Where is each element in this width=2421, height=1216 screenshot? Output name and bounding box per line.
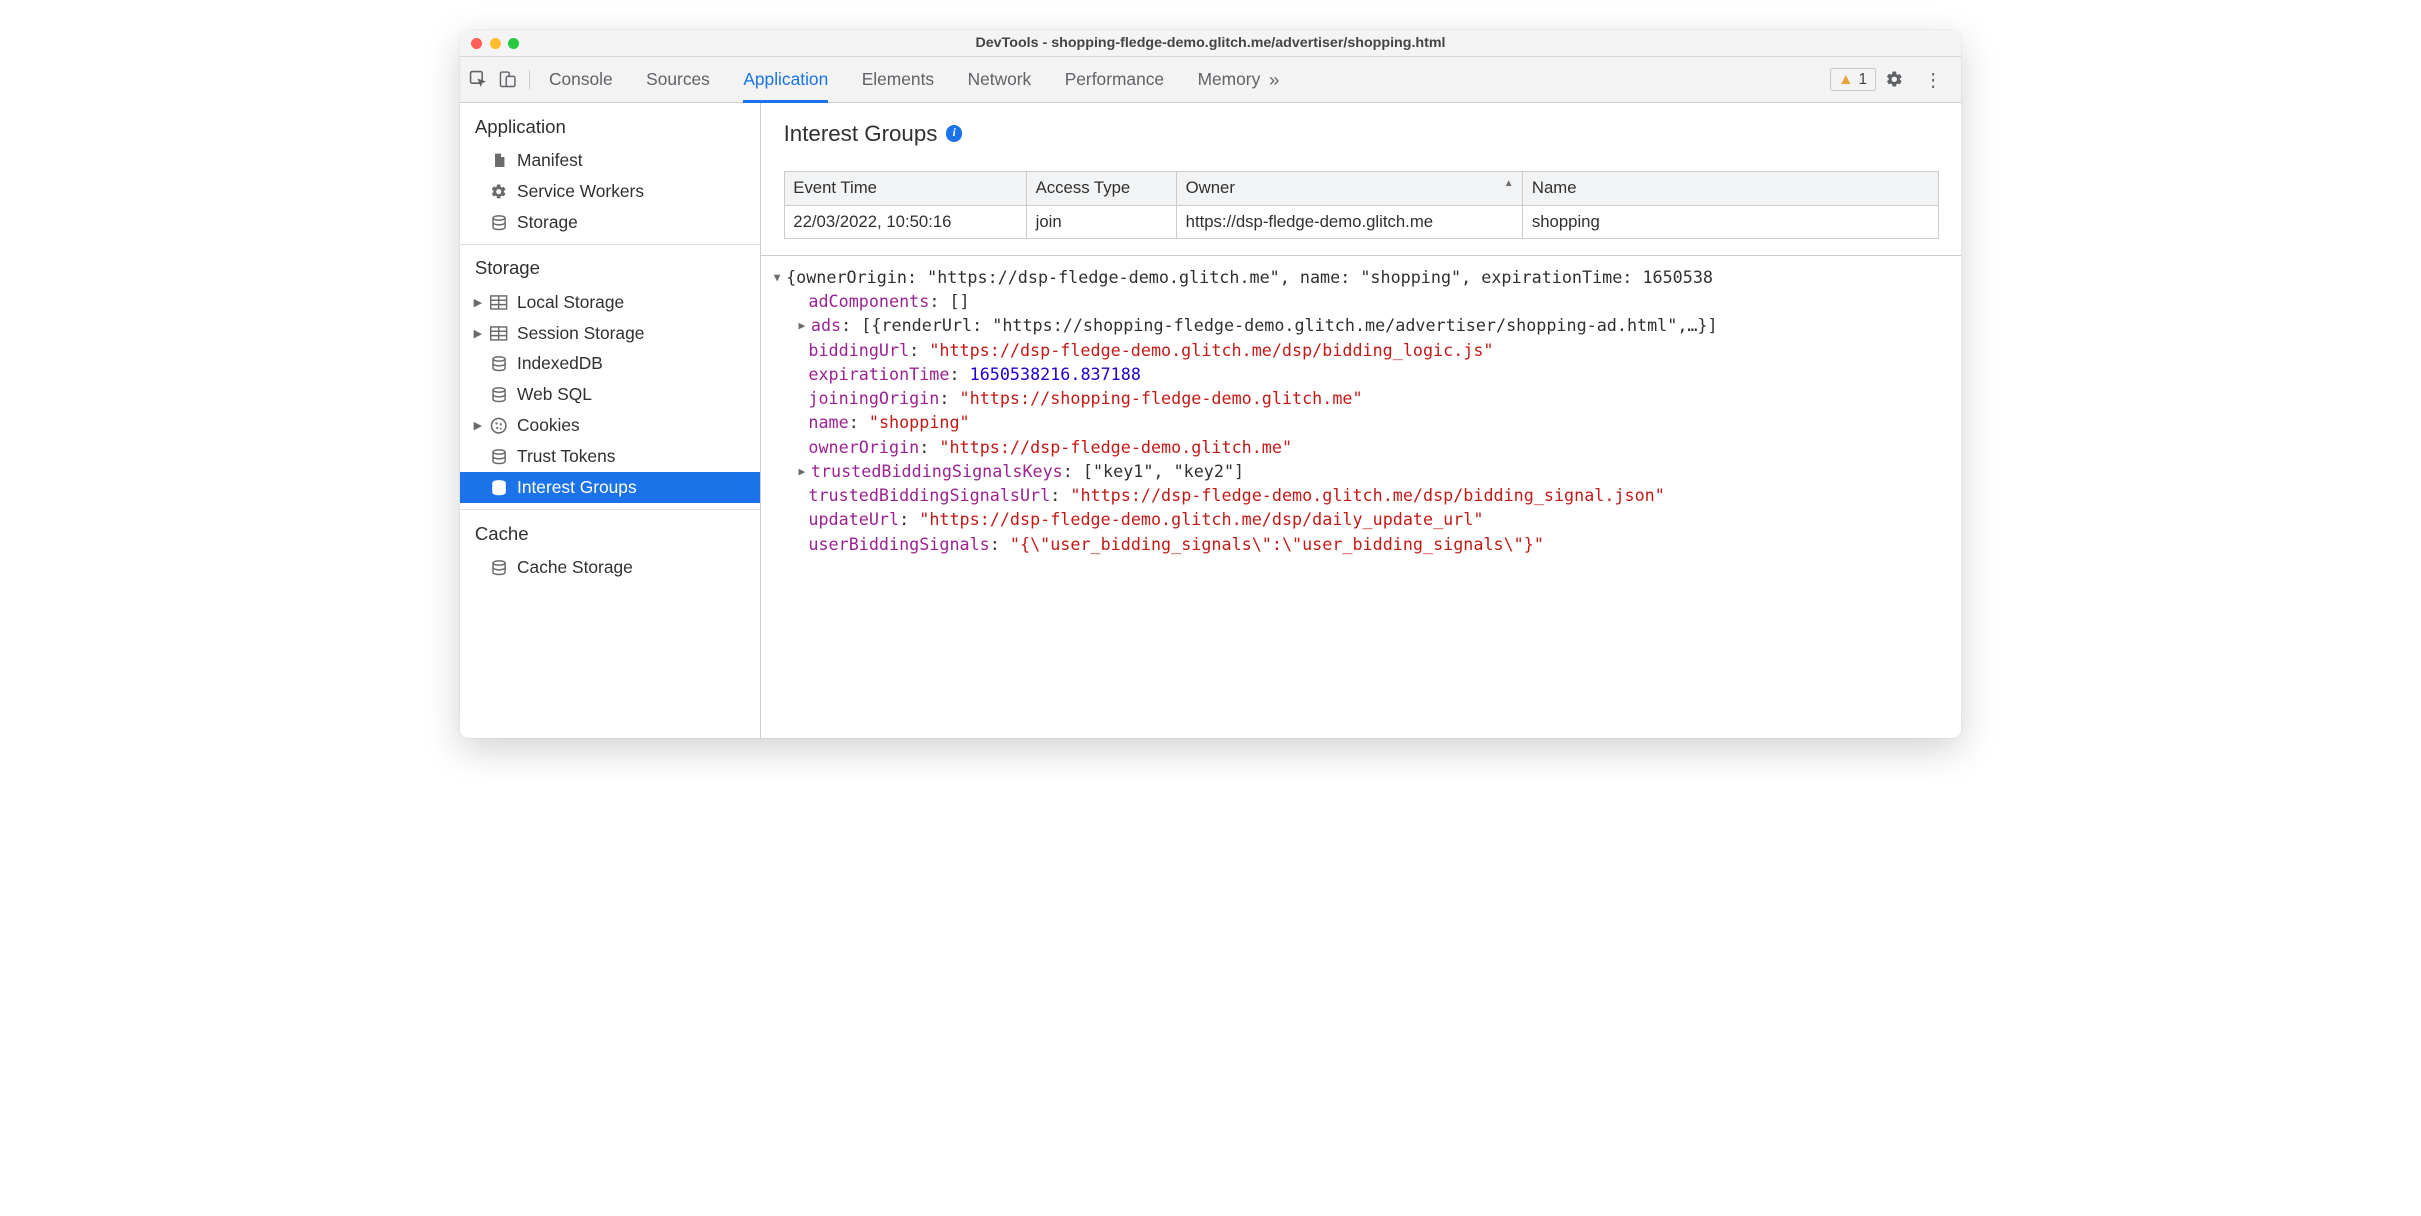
sidebar-item-cookies[interactable]: ▶ Cookies: [460, 410, 760, 441]
sidebar-item-label: Session Storage: [517, 323, 644, 344]
sidebar: Application Manifest Service Workers Stora…: [460, 103, 761, 738]
table-cell: 22/03/2022, 10:50:16: [784, 205, 1026, 238]
table-header[interactable]: Name: [1523, 172, 1939, 205]
table-header[interactable]: Event Time: [784, 172, 1026, 205]
warning-icon: ▲: [1838, 71, 1853, 89]
table-row[interactable]: 22/03/2022, 10:50:16joinhttps://dsp-fled…: [784, 205, 1938, 238]
interest-groups-table: Event TimeAccess TypeOwner▲Name 22/03/20…: [784, 171, 1939, 239]
device-toggle-icon[interactable]: [498, 70, 517, 89]
issues-count: 1: [1858, 71, 1867, 89]
table-icon: [490, 293, 509, 312]
sidebar-group-title: Application: [475, 116, 760, 138]
db-icon: [490, 558, 509, 577]
titlebar: DevTools - shopping-fledge-demo.glitch.m…: [460, 30, 1961, 57]
sidebar-group-cache: Cache Cache Storage: [460, 510, 760, 589]
sidebar-item-trust-tokens[interactable]: Trust Tokens: [460, 441, 760, 472]
tab-sources[interactable]: Sources: [646, 57, 710, 102]
table-cell: join: [1026, 205, 1176, 238]
sidebar-item-indexeddb[interactable]: IndexedDB: [460, 349, 760, 380]
tabbar: Console Sources Application Elements Network…: [460, 57, 1961, 103]
tab-memory[interactable]: Memory: [1198, 57, 1261, 102]
sidebar-group-storage: Storage ▶ Local Storage ▶ Session Storage In…: [460, 245, 760, 510]
expand-caret-icon[interactable]: ▶: [474, 327, 483, 340]
sidebar-item-local-storage[interactable]: ▶ Local Storage: [460, 287, 760, 318]
issues-badge[interactable]: ▲ 1: [1830, 68, 1876, 90]
sidebar-item-label: Storage: [517, 212, 578, 233]
expand-caret-icon[interactable]: ▶: [474, 419, 483, 432]
more-menu-icon[interactable]: ⋮: [1914, 69, 1952, 91]
manifest-icon: [490, 151, 509, 170]
sidebar-group-application: Application Manifest Service Workers Stora…: [460, 103, 760, 245]
minimize-icon[interactable]: [490, 38, 501, 49]
db-icon: [490, 447, 509, 466]
sidebar-item-interest-groups[interactable]: Interest Groups: [460, 472, 760, 503]
tab-network[interactable]: Network: [968, 57, 1032, 102]
window-title: DevTools - shopping-fledge-demo.glitch.m…: [460, 35, 1961, 51]
gear-icon: [490, 182, 509, 201]
sidebar-item-label: Local Storage: [517, 292, 624, 313]
info-icon[interactable]: i: [946, 125, 962, 141]
table-header[interactable]: Access Type: [1026, 172, 1176, 205]
tab-application[interactable]: Application: [743, 57, 828, 102]
sidebar-item-label: IndexedDB: [517, 353, 603, 374]
tab-performance[interactable]: Performance: [1065, 57, 1164, 102]
table-header[interactable]: Owner▲: [1176, 172, 1522, 205]
sidebar-item-label: Cookies: [517, 415, 580, 436]
tab-elements[interactable]: Elements: [862, 57, 934, 102]
db-icon: [490, 478, 509, 497]
traffic-lights: [471, 38, 519, 49]
sidebar-item-session-storage[interactable]: ▶ Session Storage: [460, 318, 760, 349]
sidebar-item-label: Interest Groups: [517, 477, 637, 498]
table-cell: shopping: [1523, 205, 1939, 238]
close-icon[interactable]: [471, 38, 482, 49]
table-cell: https://dsp-fledge-demo.glitch.me: [1176, 205, 1522, 238]
table-icon: [490, 324, 509, 343]
sidebar-item-storage[interactable]: Storage: [460, 207, 760, 238]
devtools-window: DevTools - shopping-fledge-demo.glitch.m…: [460, 30, 1961, 738]
db-icon: [490, 213, 509, 232]
sidebar-item-label: Web SQL: [517, 384, 592, 405]
db-icon: [490, 386, 509, 405]
db-icon: [490, 355, 509, 374]
sidebar-item-cache-storage[interactable]: Cache Storage: [460, 552, 760, 583]
sidebar-item-manifest[interactable]: Manifest: [460, 145, 760, 176]
sidebar-group-title: Cache: [475, 523, 760, 545]
cookie-icon: [490, 416, 509, 435]
overflow-tabs-icon[interactable]: »: [1260, 69, 1288, 91]
sort-indicator-icon: ▲: [1504, 178, 1514, 189]
sidebar-item-label: Service Workers: [517, 181, 644, 202]
sidebar-item-service-workers[interactable]: Service Workers: [460, 176, 760, 207]
expand-caret-icon[interactable]: ▶: [474, 296, 483, 309]
sidebar-item-web-sql[interactable]: Web SQL: [460, 379, 760, 410]
settings-icon[interactable]: [1876, 70, 1914, 89]
details-tree[interactable]: ▼{ownerOrigin: "https://dsp-fledge-demo.…: [761, 255, 1961, 738]
sidebar-item-label: Manifest: [517, 150, 583, 171]
zoom-icon[interactable]: [508, 38, 519, 49]
sidebar-group-title: Storage: [475, 257, 760, 279]
panel-title: Interest Groups: [784, 121, 938, 147]
content-panel: Interest Groups i Event TimeAccess TypeO…: [761, 103, 1961, 738]
sidebar-item-label: Cache Storage: [517, 557, 633, 578]
tab-console[interactable]: Console: [549, 57, 613, 102]
sidebar-item-label: Trust Tokens: [517, 446, 615, 467]
inspect-icon[interactable]: [469, 70, 488, 89]
